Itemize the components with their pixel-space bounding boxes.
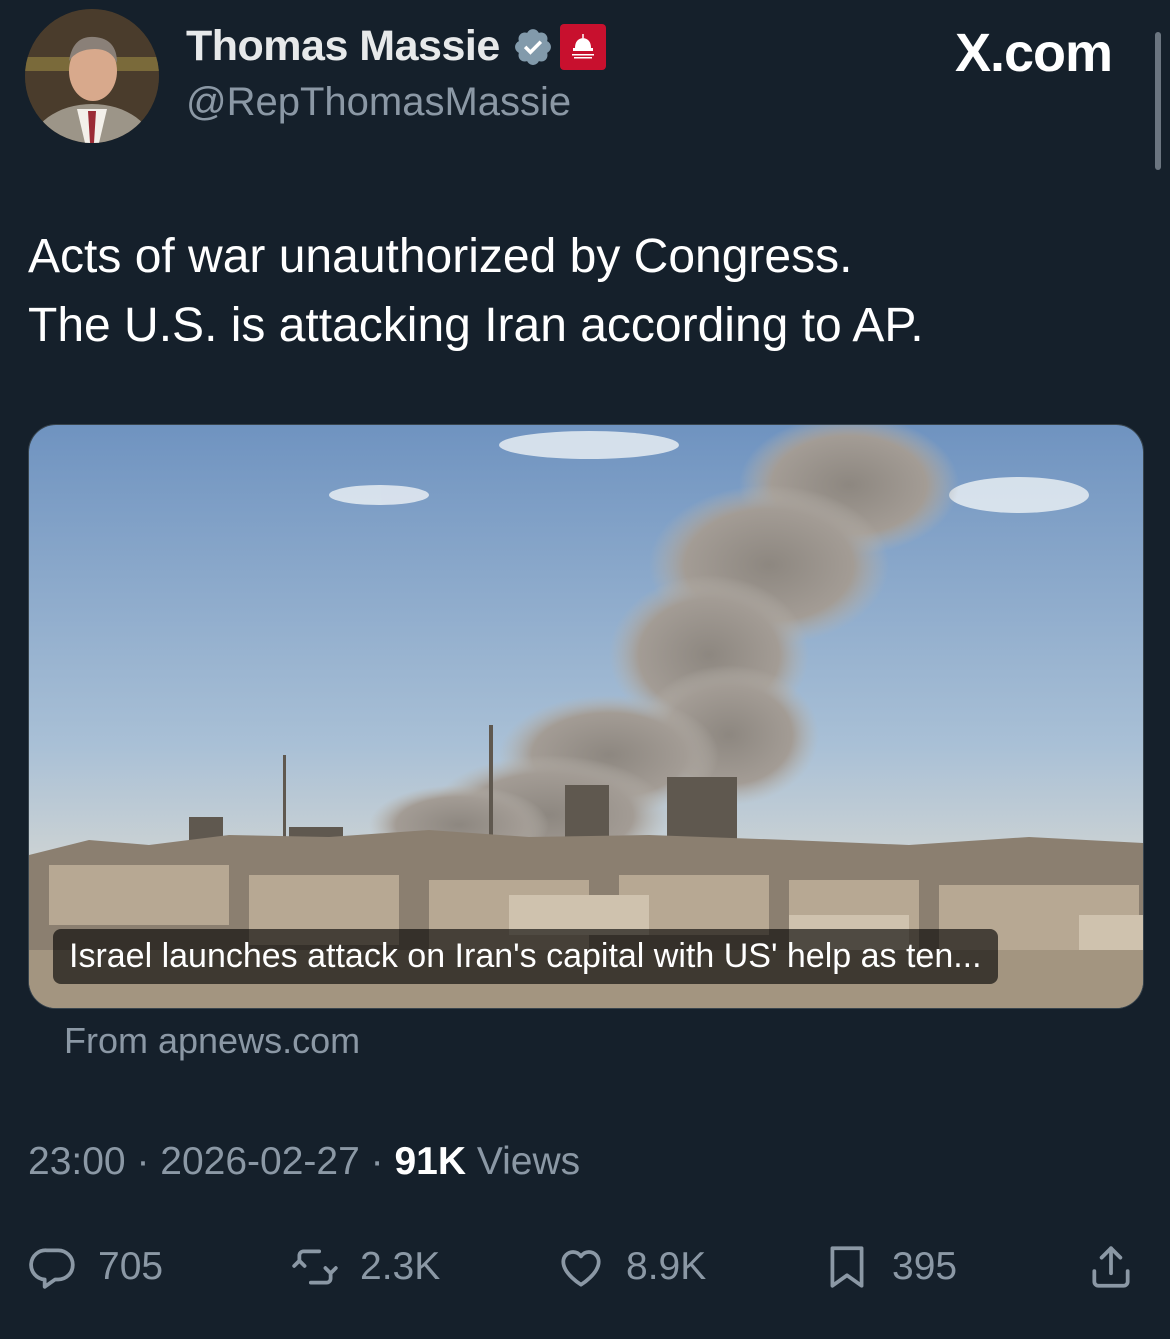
repost-count: 2.3K [360, 1245, 441, 1288]
verified-badge-icon[interactable] [512, 26, 554, 68]
share-icon [1092, 1246, 1130, 1288]
tweet-line: The U.S. is attacking Iran according to … [28, 299, 924, 352]
like-button[interactable]: 8.9K [556, 1232, 706, 1302]
scrollbar[interactable] [1155, 32, 1161, 170]
views-label: Views [466, 1140, 581, 1183]
tweet-time[interactable]: 23:00 [28, 1140, 126, 1183]
meta-separator: · [359, 1140, 395, 1183]
link-card[interactable]: Israel launches attack on Iran's capital… [28, 424, 1144, 1009]
repost-icon [292, 1249, 338, 1285]
author-handle[interactable]: @RepThomasMassie [186, 80, 571, 125]
share-button[interactable] [1086, 1232, 1136, 1302]
bookmark-count: 395 [892, 1245, 958, 1288]
author-name-row: Thomas Massie [186, 22, 606, 71]
reply-icon [29, 1248, 75, 1289]
brand-watermark: X.com [954, 23, 1113, 83]
reply-count: 705 [98, 1245, 164, 1288]
bookmark-button[interactable]: 395 [822, 1232, 957, 1302]
tweet-date[interactable]: 2026-02-27 [160, 1140, 360, 1183]
card-source[interactable]: From apnews.com [64, 1020, 360, 1062]
heart-icon [561, 1250, 601, 1287]
bookmark-icon [830, 1246, 864, 1288]
author-avatar[interactable] [25, 9, 159, 143]
tweet-line: Acts of war unauthorized by Congress. [28, 230, 853, 283]
views-count: 91K [394, 1140, 466, 1183]
avatar-photo [25, 9, 159, 143]
card-caption: Israel launches attack on Iran's capital… [53, 929, 998, 984]
tweet-meta: 23:00 · 2026-02-27 · 91K Views [28, 1140, 580, 1184]
reply-button[interactable]: 705 [28, 1232, 163, 1302]
action-bar: 705 2.3K 8.9K 395 [0, 1232, 1170, 1302]
like-count: 8.9K [626, 1245, 707, 1288]
article-photo [29, 425, 1143, 1008]
meta-separator: · [125, 1140, 161, 1183]
author-name[interactable]: Thomas Massie [186, 22, 500, 71]
tweet-text: Acts of war unauthorized by Congress. Th… [28, 222, 1128, 360]
repost-button[interactable]: 2.3K [290, 1232, 440, 1302]
affiliation-badge-icon[interactable] [559, 23, 606, 70]
capitol-dome-icon [571, 33, 594, 58]
